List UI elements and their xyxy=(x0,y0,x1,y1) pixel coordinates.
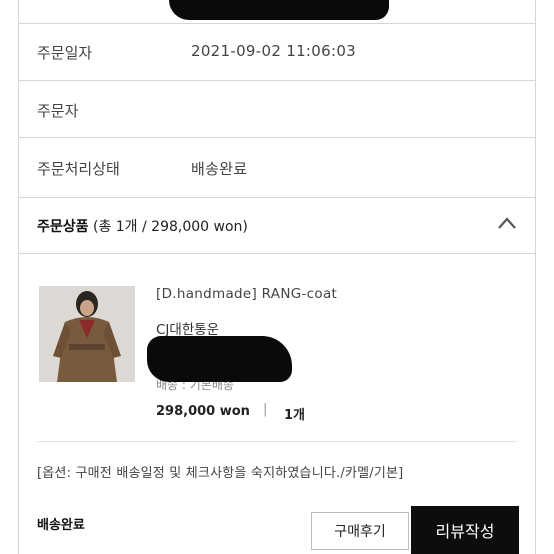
info-row-order-date: 주문일자 2021-09-02 11:06:03 xyxy=(19,24,535,81)
products-title-summary: (총 1개 / 298,000 won) xyxy=(92,219,248,235)
info-row-order-status: 주문처리상태 배송완료 xyxy=(19,138,535,198)
chevron-up-icon[interactable] xyxy=(497,216,517,230)
orderer-label: 주문자 xyxy=(37,102,79,120)
order-detail-panel: 주문일자 2021-09-02 11:06:03 주문자 주문처리상태 배송완료… xyxy=(18,0,536,554)
coat-model-image xyxy=(39,286,135,382)
product-quantity: 1개 xyxy=(284,408,306,423)
write-review-button[interactable]: 리뷰작성 xyxy=(411,506,519,554)
product-name[interactable]: [D.handmade] RANG-coat xyxy=(156,286,337,302)
redaction-mark xyxy=(169,0,389,20)
product-option: [옵션: 구매전 배송일정 및 체크사항을 숙지하였습니다./카멜/기본] xyxy=(37,466,404,481)
products-title-bold: 주문상품 xyxy=(37,219,89,235)
order-status-value: 배송완료 xyxy=(191,160,248,178)
divider xyxy=(37,441,517,442)
product-carrier: CJ대한통운 xyxy=(156,322,220,338)
delivery-status: 배송완료 xyxy=(37,518,85,533)
purchase-review-button[interactable]: 구매후기 xyxy=(311,512,409,550)
price-qty-separator: | xyxy=(263,402,268,417)
product-thumbnail[interactable] xyxy=(39,286,135,382)
order-date-value: 2021-09-02 11:06:03 xyxy=(191,42,357,60)
products-section-title: 주문상품 (총 1개 / 298,000 won) xyxy=(37,216,248,236)
redaction-mark xyxy=(147,336,292,382)
products-section-header[interactable]: 주문상품 (총 1개 / 298,000 won) xyxy=(19,198,535,254)
order-date-label: 주문일자 xyxy=(37,44,93,62)
order-status-label: 주문처리상태 xyxy=(37,160,120,178)
info-row-orderer: 주문자 xyxy=(19,81,535,138)
product-price: 298,000 won xyxy=(156,404,250,419)
